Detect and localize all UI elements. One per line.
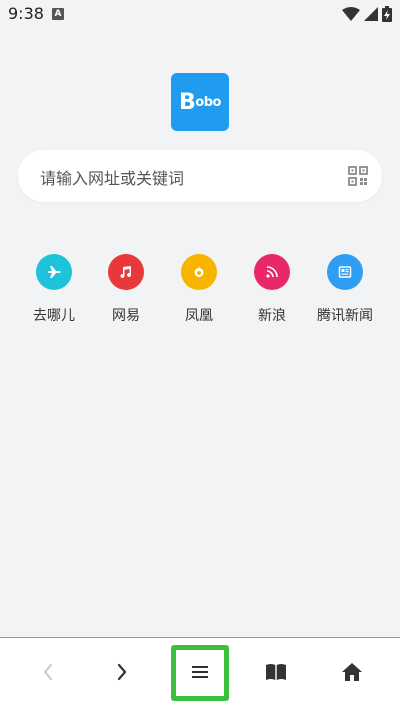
chevron-left-icon bbox=[44, 664, 52, 680]
menu-icon bbox=[192, 666, 208, 678]
qr-scan-icon[interactable] bbox=[348, 166, 368, 186]
book-icon bbox=[266, 664, 286, 680]
home-icon bbox=[342, 663, 362, 681]
app-logo: Bobo bbox=[171, 73, 229, 131]
menu-button[interactable] bbox=[180, 652, 220, 692]
home-button[interactable] bbox=[332, 652, 372, 692]
bottom-nav-bar bbox=[0, 637, 400, 710]
status-bar: 9:38 A bbox=[0, 0, 400, 28]
search-input[interactable]: 请输入网址或关键词 bbox=[40, 165, 184, 189]
shortcut-qunar[interactable]: 去哪儿 bbox=[18, 254, 90, 325]
battery-charging-icon bbox=[382, 6, 392, 22]
bookmarks-button[interactable] bbox=[256, 652, 296, 692]
forward-button[interactable] bbox=[102, 652, 142, 692]
status-time: 9:38 bbox=[8, 4, 44, 23]
shortcut-icon-circle bbox=[254, 254, 290, 290]
shortcut-label: 凤凰 bbox=[185, 308, 213, 324]
shortcut-label: 去哪儿 bbox=[33, 308, 75, 324]
airplane-icon bbox=[48, 266, 61, 278]
signal-icon bbox=[364, 7, 378, 21]
rss-icon bbox=[266, 266, 278, 278]
wifi-icon bbox=[342, 7, 360, 21]
shortcut-icon-circle bbox=[327, 254, 363, 290]
news-icon bbox=[338, 266, 352, 278]
shortcut-icon-circle bbox=[181, 254, 217, 290]
shortcut-icon-circle bbox=[108, 254, 144, 290]
status-icons bbox=[342, 6, 392, 22]
chevron-right-icon bbox=[117, 663, 127, 681]
shortcut-netease[interactable]: 网易 bbox=[90, 254, 162, 325]
shortcut-label: 新浪 bbox=[258, 308, 286, 324]
a-badge-icon: A bbox=[52, 8, 64, 20]
shortcut-label: 网易 bbox=[112, 308, 140, 324]
shortcut-tencent-news[interactable]: 腾讯新闻 bbox=[309, 254, 381, 325]
phoenix-icon bbox=[194, 266, 204, 277]
shortcut-grid: 去哪儿 网易 凤凰 新浪 腾讯新闻 bbox=[0, 254, 400, 334]
browser-home-screen: 9:38 A Bobo 请输入网址或关键词 去哪儿 网易 凤凰 新浪 腾讯新闻 bbox=[0, 0, 400, 710]
search-bar[interactable]: 请输入网址或关键词 bbox=[18, 150, 382, 202]
shortcut-sina[interactable]: 新浪 bbox=[236, 254, 308, 325]
shortcut-icon-circle bbox=[36, 254, 72, 290]
shortcut-ifeng[interactable]: 凤凰 bbox=[163, 254, 235, 325]
shortcut-label: 腾讯新闻 bbox=[317, 308, 373, 324]
music-note-icon bbox=[120, 266, 131, 278]
back-button[interactable] bbox=[28, 652, 68, 692]
